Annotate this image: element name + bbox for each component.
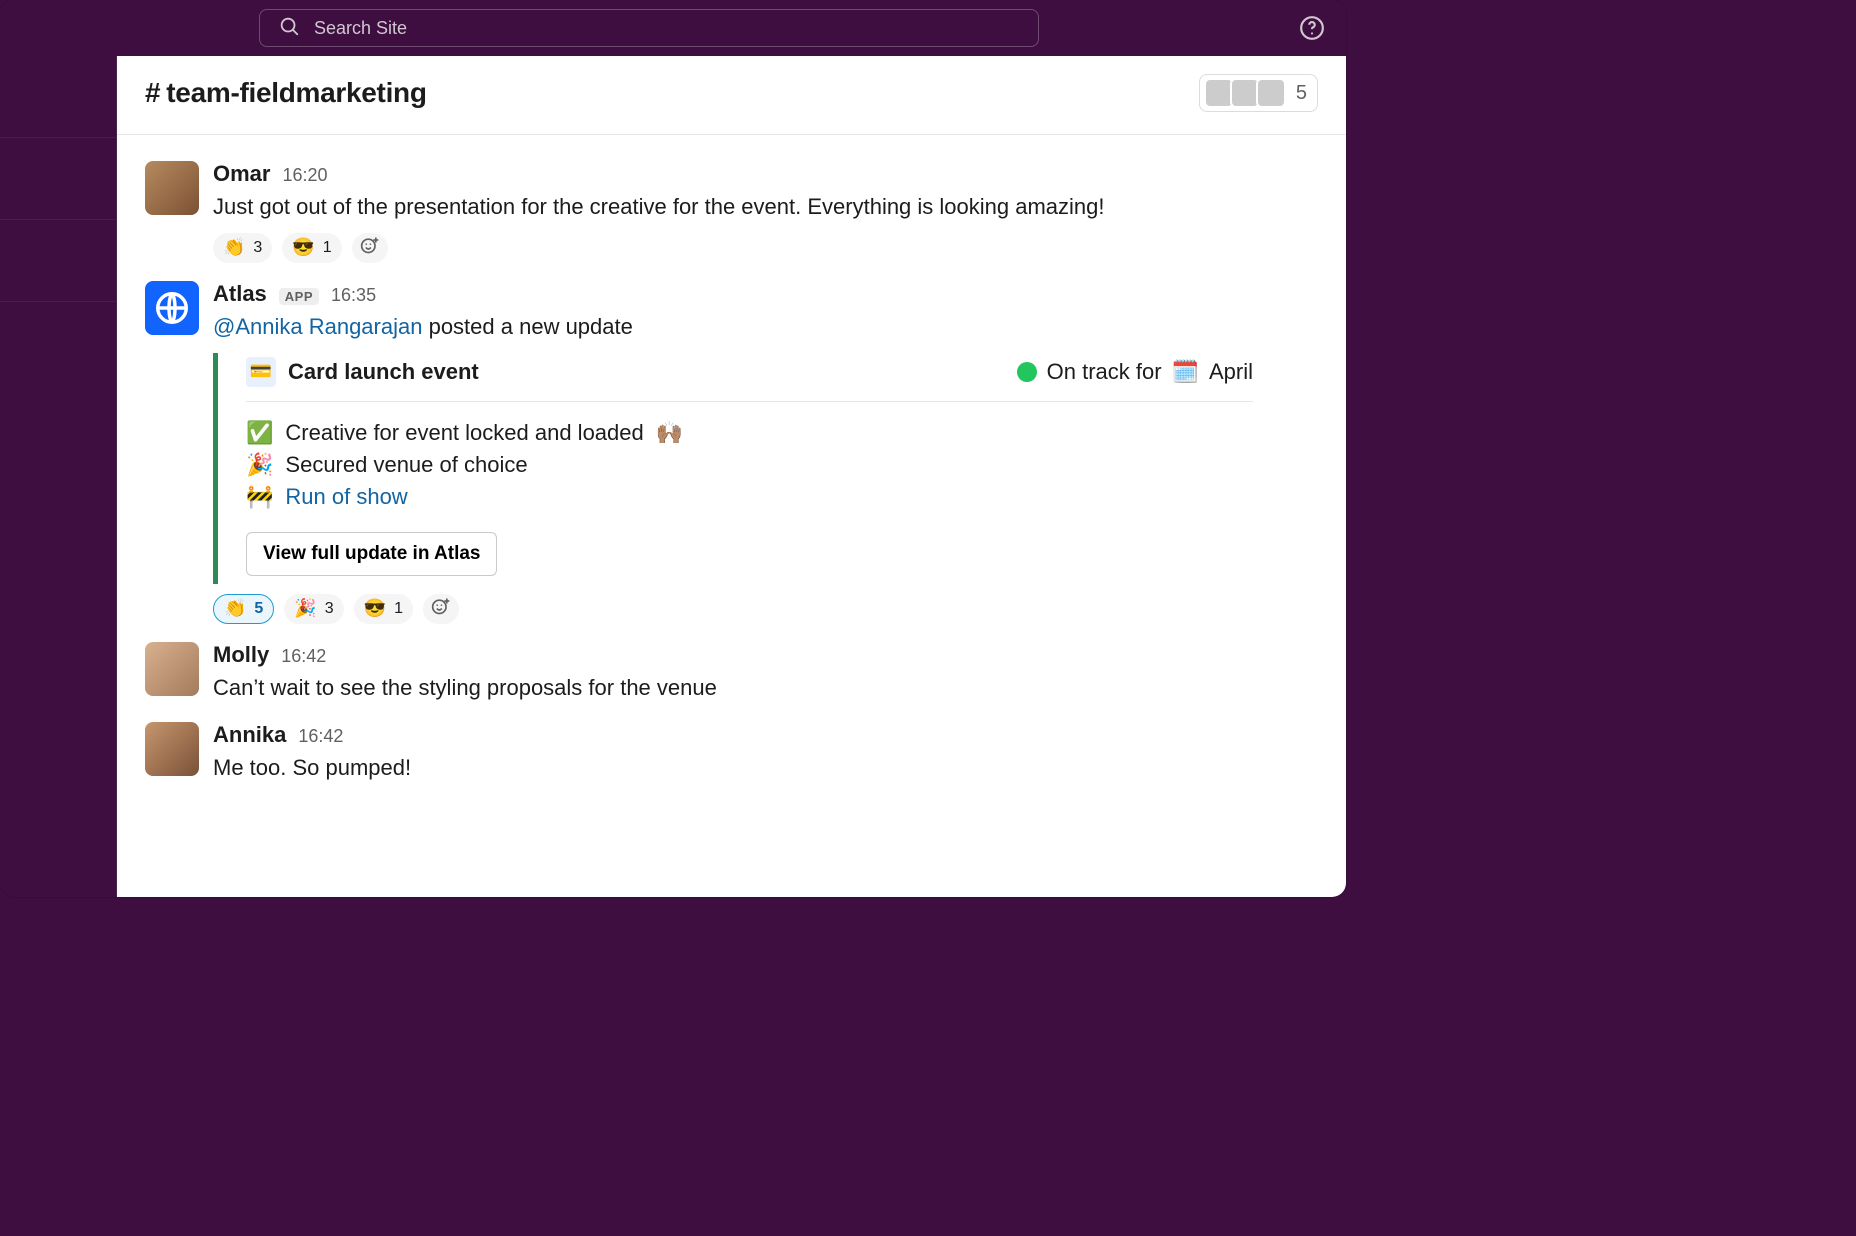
card-icon: 💳: [246, 357, 276, 387]
attachment-status: On track for 🗓️ April: [1017, 359, 1253, 385]
attachment-item: ✅ Creative for event locked and loaded 🙌…: [246, 420, 1253, 446]
status-date: April: [1209, 359, 1253, 385]
message-author[interactable]: Atlas: [213, 281, 267, 307]
status-label: On track for: [1047, 359, 1162, 385]
reaction-sunglasses[interactable]: 😎 1: [282, 233, 341, 263]
reaction-sunglasses[interactable]: 😎 1: [354, 594, 413, 624]
reaction-count: 5: [254, 600, 263, 618]
top-bar: Search Site: [0, 0, 1346, 56]
search-input[interactable]: Search Site: [259, 9, 1039, 47]
reaction-clap[interactable]: 👏 5: [213, 594, 274, 624]
reactions: 👏 3 😎 1: [213, 233, 1318, 263]
channel-header: #team-fieldmarketing 5: [117, 56, 1346, 135]
hash-icon: #: [145, 77, 160, 108]
sunglasses-icon: 😎: [364, 598, 386, 619]
add-reaction-icon: [360, 235, 380, 260]
message-author[interactable]: Molly: [213, 642, 269, 668]
message: Omar 16:20 Just got out of the presentat…: [145, 147, 1318, 267]
message: Molly 16:42 Can’t wait to see the stylin…: [145, 628, 1318, 708]
reaction-count: 3: [325, 600, 334, 618]
reaction-count: 1: [394, 600, 403, 618]
attachment-title[interactable]: 💳 Card launch event: [246, 357, 479, 387]
message-text: Can’t wait to see the styling proposals …: [213, 672, 1318, 704]
channel-name: team-fieldmarketing: [166, 77, 426, 108]
message-text-suffix: posted a new update: [422, 314, 632, 339]
party-icon: 🎉: [246, 452, 273, 478]
message-time: 16:35: [331, 285, 376, 306]
help-button[interactable]: [1296, 12, 1328, 44]
reactions: 👏 5 🎉 3 😎 1: [213, 594, 1318, 624]
attachment-item: 🚧 Run of show: [246, 484, 1253, 510]
avatar: [1256, 78, 1286, 108]
attachment-item-text: Secured venue of choice: [285, 452, 527, 478]
party-icon: 🎉: [294, 598, 316, 619]
sidebar: [0, 56, 117, 897]
message-body: Annika 16:42 Me too. So pumped!: [213, 722, 1318, 784]
clap-icon: 👏: [224, 598, 246, 619]
construction-icon: 🚧: [246, 484, 273, 510]
mention-link[interactable]: @Annika Rangarajan: [213, 314, 422, 339]
sidebar-block: [0, 138, 116, 220]
app-shell: Search Site #team-fieldmarketing: [0, 0, 1346, 897]
attachment-item-link[interactable]: Run of show: [285, 484, 407, 510]
attachment-header: 💳 Card launch event On track for 🗓️ Apri…: [246, 357, 1253, 402]
attachment-items: ✅ Creative for event locked and loaded 🙌…: [246, 402, 1253, 518]
add-reaction-button[interactable]: [423, 594, 459, 624]
body: #team-fieldmarketing 5: [0, 56, 1346, 897]
message-time: 16:42: [298, 726, 343, 747]
attachment-item: 🎉 Secured venue of choice: [246, 452, 1253, 478]
status-on-track-icon: [1017, 362, 1037, 382]
message: Annika 16:42 Me too. So pumped!: [145, 708, 1318, 788]
attachment-item-text: Creative for event locked and loaded: [285, 420, 643, 446]
reaction-count: 1: [323, 239, 332, 257]
calendar-icon: 🗓️: [1172, 359, 1199, 385]
avatar[interactable]: [145, 281, 199, 335]
search-wrap: Search Site: [18, 9, 1280, 47]
message-time: 16:20: [282, 165, 327, 186]
message-body: Molly 16:42 Can’t wait to see the stylin…: [213, 642, 1318, 704]
members-button[interactable]: 5: [1199, 74, 1318, 112]
sidebar-block: [0, 220, 116, 302]
attachment-card: 💳 Card launch event On track for 🗓️ Apri…: [213, 353, 1253, 584]
message: Atlas APP 16:35 @Annika Rangarajan poste…: [145, 267, 1318, 628]
add-reaction-icon: [431, 596, 451, 621]
channel-title[interactable]: #team-fieldmarketing: [145, 77, 427, 109]
check-icon: ✅: [246, 420, 273, 446]
reaction-clap[interactable]: 👏 3: [213, 233, 272, 263]
view-full-update-button[interactable]: View full update in Atlas: [246, 532, 497, 576]
message-body: Omar 16:20 Just got out of the presentat…: [213, 161, 1318, 263]
avatar[interactable]: [145, 642, 199, 696]
message-author[interactable]: Annika: [213, 722, 286, 748]
member-count: 5: [1296, 82, 1307, 105]
reaction-party[interactable]: 🎉 3: [284, 594, 343, 624]
message-author[interactable]: Omar: [213, 161, 270, 187]
message-body: Atlas APP 16:35 @Annika Rangarajan poste…: [213, 281, 1318, 624]
sunglasses-icon: 😎: [292, 237, 314, 258]
add-reaction-button[interactable]: [352, 233, 388, 263]
raised-hands-icon: 🙌🏽: [656, 420, 683, 446]
clap-icon: 👏: [223, 237, 245, 258]
app-badge: APP: [279, 288, 319, 305]
reaction-count: 3: [253, 239, 262, 257]
message-text: Just got out of the presentation for the…: [213, 191, 1318, 223]
search-placeholder: Search Site: [314, 18, 407, 39]
avatar[interactable]: [145, 161, 199, 215]
message-text: @Annika Rangarajan posted a new update: [213, 311, 1318, 343]
attachment-title-text: Card launch event: [288, 359, 479, 385]
message-text: Me too. So pumped!: [213, 752, 1318, 784]
message-list[interactable]: Omar 16:20 Just got out of the presentat…: [117, 135, 1346, 897]
member-avatars: [1204, 78, 1286, 108]
search-icon: [278, 15, 300, 42]
avatar[interactable]: [145, 722, 199, 776]
main-panel: #team-fieldmarketing 5: [117, 56, 1346, 897]
message-time: 16:42: [281, 646, 326, 667]
sidebar-block: [0, 56, 116, 138]
